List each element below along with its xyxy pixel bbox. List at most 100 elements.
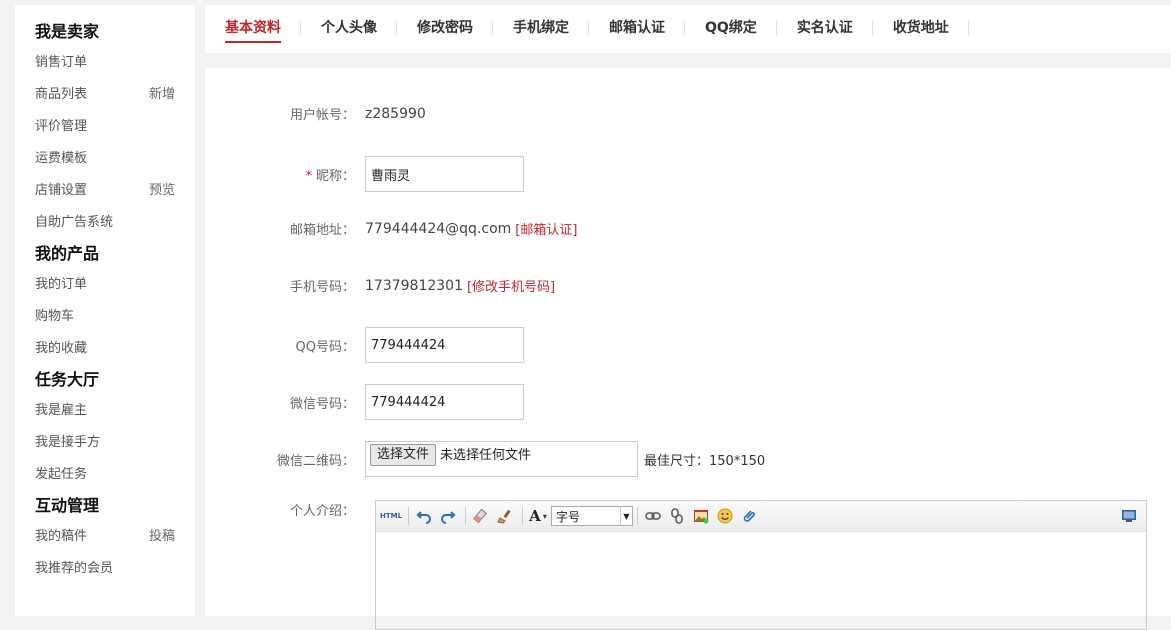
tab-label: 个人头像 (321, 20, 377, 36)
sidebar-item-label: 我的订单 (35, 277, 88, 292)
html-source-label: HTML (379, 512, 403, 520)
sidebar-item[interactable]: 我的收藏 (35, 333, 195, 365)
size-hint: 最佳尺寸：150*150 (644, 453, 766, 469)
chevron-down-icon: ▾ (542, 511, 547, 521)
sidebar-item[interactable]: 商品列表 新增 (35, 79, 195, 111)
tab-label: 收货地址 (892, 20, 949, 36)
tab-1[interactable]: 个人头像 (321, 5, 397, 53)
qq-input[interactable] (365, 327, 524, 363)
email-verify-link[interactable]: [邮箱认证] (515, 219, 577, 238)
sidebar-item[interactable]: 我推荐的会员 (35, 553, 195, 585)
nickname-input[interactable] (365, 156, 524, 192)
file-status: 未选择任何文件 (440, 448, 532, 463)
sidebar-item-label: 销售订单 (35, 55, 88, 70)
font-size-select[interactable]: 字号 ▼ (551, 506, 633, 526)
sidebar-item[interactable]: 我的稿件 投稿 (35, 521, 195, 553)
editor-toolbar: HTML A ▾ 字号 ▼ (376, 501, 1146, 532)
tab-label: 手机绑定 (513, 20, 569, 36)
sidebar-item[interactable]: 自助广告系统 (35, 207, 195, 239)
format-brush-icon[interactable] (494, 505, 516, 527)
tab-2[interactable]: 修改密码 (417, 5, 493, 53)
sidebar-item[interactable]: 销售订单 (35, 47, 195, 79)
email-label: 邮箱地址： (289, 223, 355, 238)
sidebar-item-label: 我推荐的会员 (35, 561, 114, 576)
undo-icon[interactable] (413, 505, 435, 527)
sidebar-item[interactable]: 评价管理 (35, 111, 195, 143)
toolbar-divider (522, 507, 523, 525)
phone-label: 手机号码： (289, 280, 355, 295)
intro-row: 个人介绍： (205, 500, 365, 519)
account-row: 用户帐号： z285990 (205, 104, 426, 124)
sidebar-item[interactable]: 发起任务 (35, 459, 195, 491)
sidebar-item-label: 商品列表 (35, 87, 88, 102)
font-color-button[interactable]: A ▾ (527, 505, 549, 527)
font-size-value: 字号 (556, 509, 581, 524)
toolbar-divider (408, 507, 409, 525)
tab-5[interactable]: QQ绑定 (705, 5, 777, 53)
nickname-row: * 昵称： (205, 156, 524, 192)
nickname-label: 昵称： (315, 168, 355, 184)
tab-7[interactable]: 收货地址 (893, 5, 969, 53)
sidebar-item-label: 店铺设置 (35, 183, 88, 198)
tab-3[interactable]: 手机绑定 (513, 5, 589, 53)
html-source-button[interactable]: HTML (380, 505, 402, 527)
sidebar-group-title: 任务大厅 (35, 370, 100, 389)
phone-row: 手机号码： 17379812301 [修改手机号码] (205, 276, 555, 296)
account-label: 用户帐号： (289, 108, 355, 123)
sidebar: 我是卖家 销售订单 商品列表 新增 评价管理 运费模板 店铺设置 预览 自助广告系统 我的产品 我的… (15, 5, 195, 616)
sidebar-item-action[interactable]: 新增 (149, 79, 175, 111)
active-tab-underline (225, 41, 281, 43)
change-phone-link[interactable]: [修改手机号码] (467, 276, 555, 295)
sidebar-item-action[interactable]: 投稿 (149, 521, 175, 553)
wechat-row: 微信号码： (205, 384, 524, 420)
toolbar-divider (637, 507, 638, 525)
sidebar-item-label: 我是接手方 (35, 435, 101, 450)
profile-form: 用户帐号： z285990 *昵称： 邮箱地址： 779444424@qq.co… (205, 68, 1171, 630)
sidebar-item[interactable]: 购物车 (35, 301, 195, 333)
qq-row: QQ号码： (205, 327, 524, 363)
rich-text-editor[interactable]: HTML A ▾ 字号 ▼ (375, 500, 1147, 630)
intro-label: 个人介绍： (289, 504, 355, 519)
wechat-input[interactable] (365, 384, 524, 420)
fullscreen-icon[interactable] (1118, 505, 1140, 527)
sidebar-item-label: 自助广告系统 (35, 215, 114, 230)
tab-4[interactable]: 邮箱认证 (609, 5, 685, 53)
required-mark: * (305, 168, 312, 184)
sidebar-item-label: 运费模板 (35, 151, 88, 166)
sidebar-item-label: 发起任务 (35, 467, 88, 482)
qq-label: QQ号码： (295, 339, 355, 355)
sidebar-item[interactable]: 我是雇主 (35, 395, 195, 427)
tab-bar: 基本资料 个人头像 修改密码 手机绑定 邮箱认证 QQ绑定 实名认证 收货地址 (205, 5, 1171, 53)
sidebar-item-label: 我的稿件 (35, 529, 88, 544)
attachment-icon[interactable] (738, 505, 760, 527)
sidebar-item[interactable]: 运费模板 (35, 143, 195, 175)
sidebar-item[interactable]: 我的订单 (35, 269, 195, 301)
wechat-label: 微信号码： (289, 396, 355, 412)
sidebar-item-action[interactable]: 预览 (149, 175, 175, 207)
sidebar-group-title: 我的产品 (35, 244, 100, 263)
sidebar-item[interactable]: 我是接手方 (35, 427, 195, 459)
tab-6[interactable]: 实名认证 (797, 5, 873, 53)
nickname-label-wrap: * 昵称： (205, 165, 365, 184)
eraser-icon[interactable] (470, 505, 492, 527)
qrcode-file-input[interactable]: 选择文件 未选择任何文件 (365, 441, 638, 477)
choose-file-button[interactable]: 选择文件 (370, 444, 437, 466)
sidebar-item[interactable]: 店铺设置 预览 (35, 175, 195, 207)
tab-label: 基本资料 (225, 20, 281, 36)
chevron-down-icon: ▼ (620, 507, 632, 525)
sidebar-item-label: 我的收藏 (35, 341, 88, 356)
qrcode-row: 微信二维码： 选择文件 未选择任何文件 最佳尺寸：150*150 (205, 441, 765, 477)
emoticon-icon[interactable] (714, 505, 736, 527)
unlink-icon[interactable] (666, 505, 688, 527)
font-glyph: A (529, 507, 541, 525)
tab-label: 修改密码 (417, 20, 473, 36)
toolbar-divider (465, 507, 466, 525)
link-icon[interactable] (642, 505, 664, 527)
tab-0[interactable]: 基本资料 (225, 5, 301, 53)
phone-value: 17379812301 (365, 277, 463, 294)
redo-icon[interactable] (437, 505, 459, 527)
email-value: 779444424@qq.com (365, 220, 512, 237)
account-value: z285990 (365, 105, 426, 122)
sidebar-item-label: 我是雇主 (35, 403, 88, 418)
image-icon[interactable] (690, 505, 712, 527)
